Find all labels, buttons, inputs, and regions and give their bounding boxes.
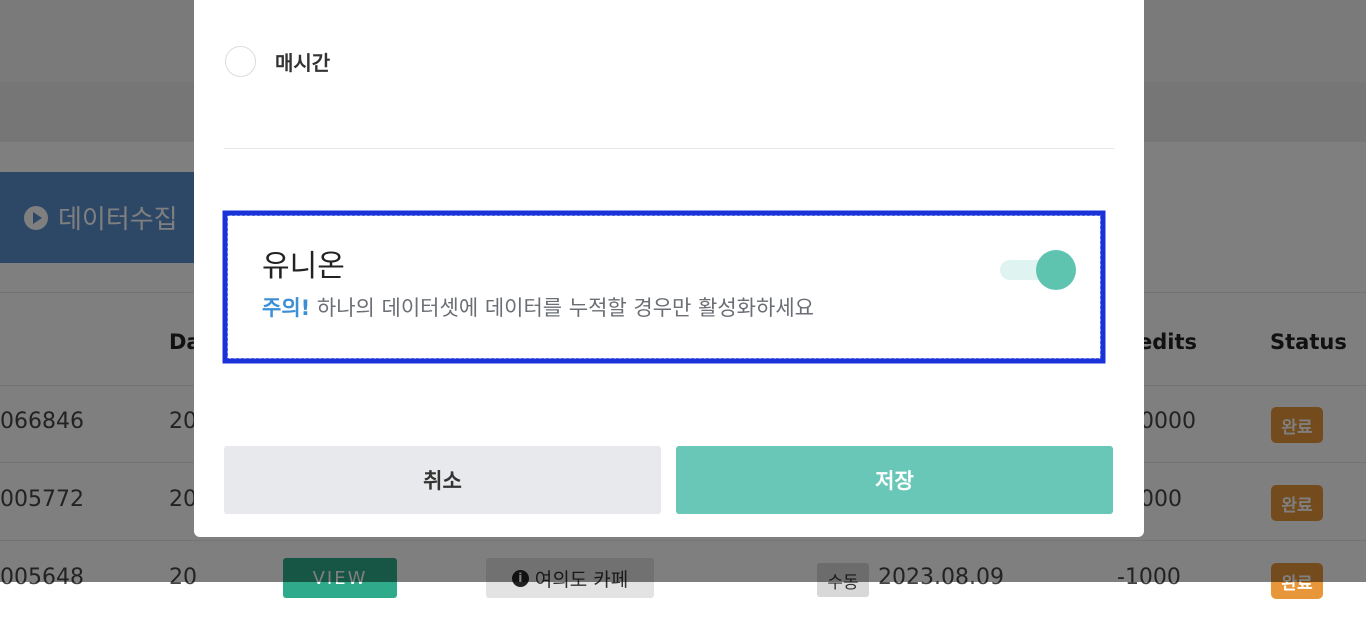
union-title: 유니온 (262, 249, 345, 284)
union-toggle[interactable] (1000, 250, 1076, 290)
settings-modal: 매시간 유니온 주의! 하나의 데이터셋에 데이터를 누적할 경우만 활성화하세… (194, 0, 1144, 537)
schedule-option-label: 매시간 (275, 51, 331, 75)
union-description-text: 하나의 데이터셋에 데이터를 누적할 경우만 활성화하세요 (316, 296, 814, 320)
union-description: 주의! 하나의 데이터셋에 데이터를 누적할 경우만 활성화하세요 (262, 292, 814, 322)
union-setting: 유니온 주의! 하나의 데이터셋에 데이터를 누적할 경우만 활성화하세요 (222, 210, 1106, 364)
radio-button[interactable] (225, 46, 256, 77)
toggle-knob (1036, 250, 1076, 290)
cancel-button[interactable]: 취소 (224, 446, 661, 514)
highlight-annotation (222, 210, 1106, 364)
save-button[interactable]: 저장 (676, 446, 1113, 514)
warning-label: 주의! (262, 296, 311, 320)
divider (224, 148, 1114, 149)
schedule-option-hourly[interactable]: 매시간 (225, 46, 330, 77)
